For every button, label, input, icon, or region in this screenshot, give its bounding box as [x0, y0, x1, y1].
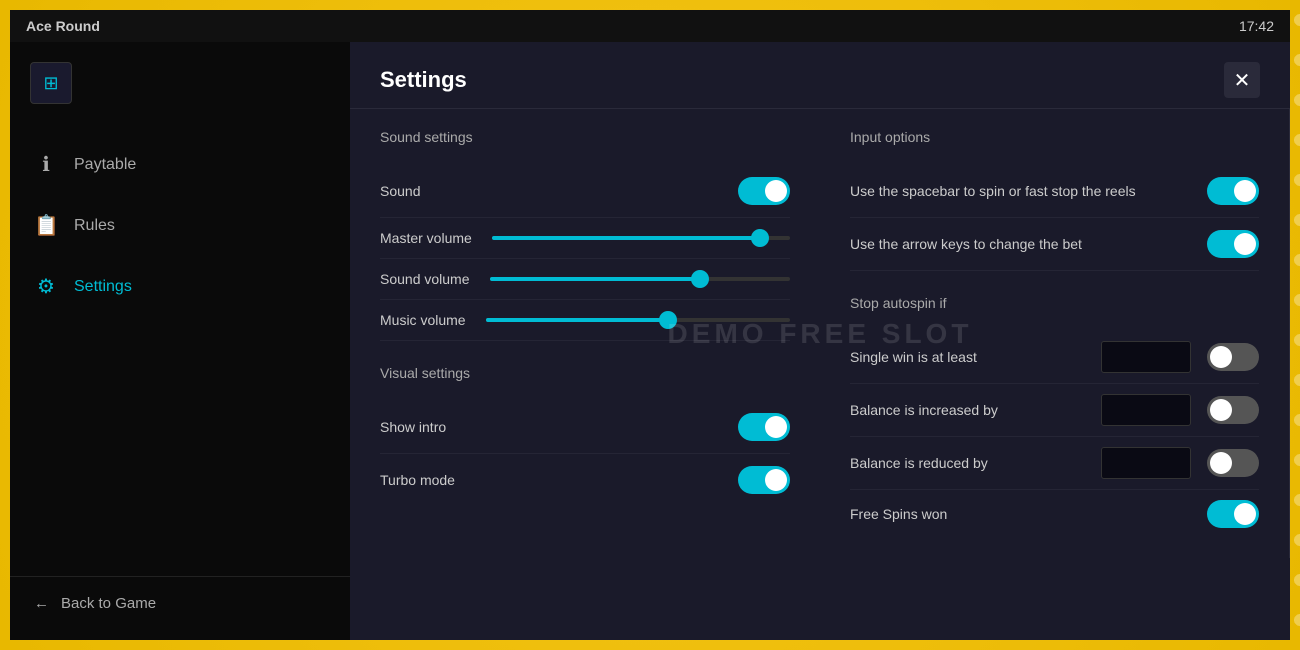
arrow-keys-label: Use the arrow keys to change the bet: [850, 236, 1082, 252]
arrow-keys-toggle[interactable]: [1207, 230, 1259, 258]
music-volume-slider[interactable]: [486, 318, 790, 322]
settings-title: Settings: [380, 67, 467, 93]
free-spins-label: Free Spins won: [850, 506, 947, 522]
navigation: ℹ Paytable 📋 Rules ⚙ Settings: [10, 134, 350, 576]
sound-toggle[interactable]: [738, 177, 790, 205]
back-arrow-icon: ←: [34, 595, 49, 612]
arrow-keys-row: Use the arrow keys to change the bet: [850, 218, 1259, 271]
back-label: Back to Game: [61, 595, 156, 612]
master-volume-thumb[interactable]: [751, 229, 769, 247]
master-volume-track: [492, 236, 790, 240]
sound-volume-thumb[interactable]: [691, 270, 709, 288]
single-win-row: Single win is at least: [850, 331, 1259, 384]
music-volume-label: Music volume: [380, 312, 466, 328]
gear-icon: ⚙: [34, 274, 58, 299]
sound-settings-section: Sound settings Sound Master volume: [350, 109, 820, 558]
master-volume-fill: [492, 236, 760, 240]
settings-header: Settings ✕: [350, 42, 1290, 109]
spacebar-spin-row: Use the spacebar to spin or fast stop th…: [850, 165, 1259, 218]
music-volume-row: Music volume: [380, 300, 790, 341]
sound-volume-track: [490, 277, 790, 281]
sound-row: Sound: [380, 165, 790, 218]
balance-reduced-row: Balance is reduced by: [850, 437, 1259, 490]
music-volume-track: [486, 318, 790, 322]
top-bar: Ace Round 17:42: [10, 10, 1290, 42]
paytable-label: Paytable: [74, 156, 136, 174]
sound-volume-label: Sound volume: [380, 271, 470, 287]
show-intro-label: Show intro: [380, 419, 446, 435]
master-volume-slider[interactable]: [492, 236, 790, 240]
logo-icon: ⊞: [30, 62, 72, 104]
sound-section-title: Sound settings: [380, 129, 790, 145]
input-section-title: Input options: [850, 129, 1259, 145]
sidebar-item-rules[interactable]: 📋 Rules: [10, 195, 350, 256]
master-volume-row: Master volume: [380, 218, 790, 259]
game-title: Ace Round: [26, 18, 100, 34]
settings-label: Settings: [74, 278, 132, 296]
game-area: Ace Round 17:42 ⊞ ℹ Paytable 📋 Rules ⚙ S…: [10, 10, 1290, 640]
book-icon: 📋: [34, 213, 58, 238]
free-spins-controls: [1207, 500, 1259, 528]
sidebar-item-paytable[interactable]: ℹ Paytable: [10, 134, 350, 195]
master-volume-label: Master volume: [380, 230, 472, 246]
balance-increased-input[interactable]: [1101, 394, 1191, 426]
rules-label: Rules: [74, 217, 115, 235]
sidebar: ⊞ ℹ Paytable 📋 Rules ⚙ Settings ← Back: [10, 42, 350, 640]
single-win-toggle[interactable]: [1207, 343, 1259, 371]
spacebar-spin-toggle[interactable]: [1207, 177, 1259, 205]
balance-reduced-controls: [1101, 447, 1259, 479]
free-spins-toggle[interactable]: [1207, 500, 1259, 528]
balance-reduced-toggle[interactable]: [1207, 449, 1259, 477]
music-volume-thumb[interactable]: [659, 311, 677, 329]
time-display: 17:42: [1239, 18, 1274, 34]
balance-increased-controls: [1101, 394, 1259, 426]
sound-label: Sound: [380, 183, 420, 199]
info-icon: ℹ: [34, 152, 58, 177]
single-win-input[interactable]: [1101, 341, 1191, 373]
show-intro-toggle[interactable]: [738, 413, 790, 441]
sound-volume-row: Sound volume: [380, 259, 790, 300]
settings-body: DEMO FREE SLOT Sound settings Sound Mast…: [350, 109, 1290, 558]
sidebar-item-settings[interactable]: ⚙ Settings: [10, 256, 350, 317]
balance-reduced-label: Balance is reduced by: [850, 455, 988, 471]
balance-reduced-input[interactable]: [1101, 447, 1191, 479]
single-win-label: Single win is at least: [850, 349, 977, 365]
sound-volume-slider[interactable]: [490, 277, 790, 281]
single-win-controls: [1101, 341, 1259, 373]
spacebar-spin-label: Use the spacebar to spin or fast stop th…: [850, 183, 1136, 199]
main-content: ⊞ ℹ Paytable 📋 Rules ⚙ Settings ← Back: [10, 42, 1290, 640]
back-to-game-button[interactable]: ← Back to Game: [10, 576, 350, 630]
close-button[interactable]: ✕: [1224, 62, 1260, 98]
sidebar-logo: ⊞: [10, 52, 350, 114]
music-volume-fill: [486, 318, 669, 322]
turbo-mode-toggle[interactable]: [738, 466, 790, 494]
visual-section-title: Visual settings: [380, 365, 790, 381]
settings-panel: Settings ✕ DEMO FREE SLOT Sound settings…: [350, 42, 1290, 640]
show-intro-row: Show intro: [380, 401, 790, 454]
autospin-section-title: Stop autospin if: [850, 295, 1259, 311]
turbo-mode-label: Turbo mode: [380, 472, 455, 488]
turbo-mode-row: Turbo mode: [380, 454, 790, 506]
balance-increased-label: Balance is increased by: [850, 402, 998, 418]
balance-increased-toggle[interactable]: [1207, 396, 1259, 424]
sound-volume-fill: [490, 277, 700, 281]
right-settings-section: Input options Use the spacebar to spin o…: [820, 109, 1290, 558]
balance-increased-row: Balance is increased by: [850, 384, 1259, 437]
free-spins-row: Free Spins won: [850, 490, 1259, 538]
